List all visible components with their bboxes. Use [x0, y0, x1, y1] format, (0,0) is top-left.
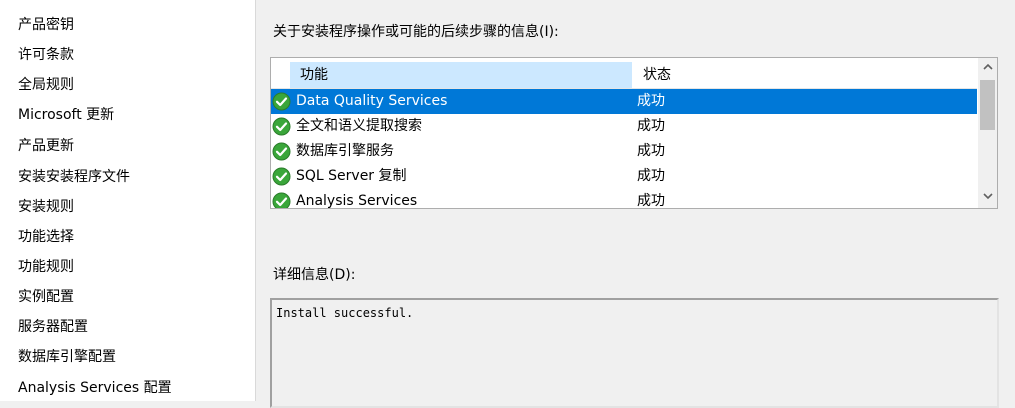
list-header: 功能 状态: [271, 58, 977, 89]
chevron-up-icon: [982, 63, 993, 70]
sidebar-item-install-rules[interactable]: 安装规则: [18, 196, 74, 218]
table-row[interactable]: SQL Server 复制 成功: [271, 164, 977, 189]
feature-status-list[interactable]: 功能 状态 Data Quality Services 成功 全文和语义提取搜索 成功…: [270, 57, 998, 209]
sidebar-item-feature-selection[interactable]: 功能选择: [18, 226, 74, 248]
sidebar-item-install-setup-files[interactable]: 安装安装程序文件: [18, 166, 130, 188]
scroll-down-button[interactable]: [978, 189, 997, 207]
sidebar-item-license-terms[interactable]: 许可条款: [18, 44, 74, 66]
setup-info-label: 关于安装程序操作或可能的后续步骤的信息(I):: [273, 24, 559, 40]
table-row[interactable]: Analysis Services 成功: [271, 189, 977, 209]
sidebar-nav: 产品密钥 许可条款 全局规则 Microsoft 更新 产品更新 安装安装程序文…: [0, 0, 256, 401]
status-cell: 成功: [637, 143, 665, 159]
details-textbox[interactable]: Install successful.: [270, 298, 999, 408]
sidebar-item-analysis-services-configuration[interactable]: Analysis Services 配置: [18, 377, 172, 399]
table-row[interactable]: 全文和语义提取搜索 成功: [271, 114, 977, 139]
sidebar-item-instance-configuration[interactable]: 实例配置: [18, 286, 74, 308]
details-label: 详细信息(D):: [273, 267, 356, 283]
sidebar-item-product-updates[interactable]: 产品更新: [18, 135, 74, 157]
feature-name-cell: 数据库引擎服务: [296, 143, 394, 159]
feature-name-cell: Analysis Services: [296, 193, 418, 209]
status-cell: 成功: [637, 193, 665, 209]
success-check-icon: [272, 192, 291, 208]
vertical-scrollbar[interactable]: [978, 58, 997, 208]
feature-name-cell: SQL Server 复制: [296, 168, 407, 184]
success-check-icon: [272, 117, 291, 136]
success-check-icon: [272, 142, 291, 161]
status-cell: 成功: [637, 93, 665, 109]
table-row[interactable]: 数据库引擎服务 成功: [271, 139, 977, 164]
status-cell: 成功: [637, 168, 665, 184]
sidebar-item-product-key[interactable]: 产品密钥: [18, 14, 74, 36]
chevron-down-icon: [982, 193, 993, 200]
scroll-up-button[interactable]: [978, 60, 997, 78]
scrollbar-thumb[interactable]: [980, 80, 995, 130]
sidebar-item-microsoft-update[interactable]: Microsoft 更新: [18, 104, 114, 126]
sidebar-item-server-configuration[interactable]: 服务器配置: [18, 316, 88, 338]
feature-name-cell: 全文和语义提取搜索: [296, 118, 422, 134]
column-header-status[interactable]: 状态: [633, 62, 977, 88]
feature-name-cell: Data Quality Services: [296, 93, 448, 109]
success-check-icon: [272, 92, 291, 111]
main-panel: 关于安装程序操作或可能的后续步骤的信息(I): 功能 状态 Data Quali…: [257, 0, 1015, 408]
table-row[interactable]: Data Quality Services 成功: [271, 89, 977, 114]
status-cell: 成功: [637, 118, 665, 134]
column-header-feature[interactable]: 功能: [290, 62, 632, 88]
sidebar-item-database-engine-configuration[interactable]: 数据库引擎配置: [18, 346, 116, 368]
sidebar-item-global-rules[interactable]: 全局规则: [18, 74, 74, 96]
sidebar-item-feature-rules[interactable]: 功能规则: [18, 256, 74, 278]
success-check-icon: [272, 167, 291, 186]
